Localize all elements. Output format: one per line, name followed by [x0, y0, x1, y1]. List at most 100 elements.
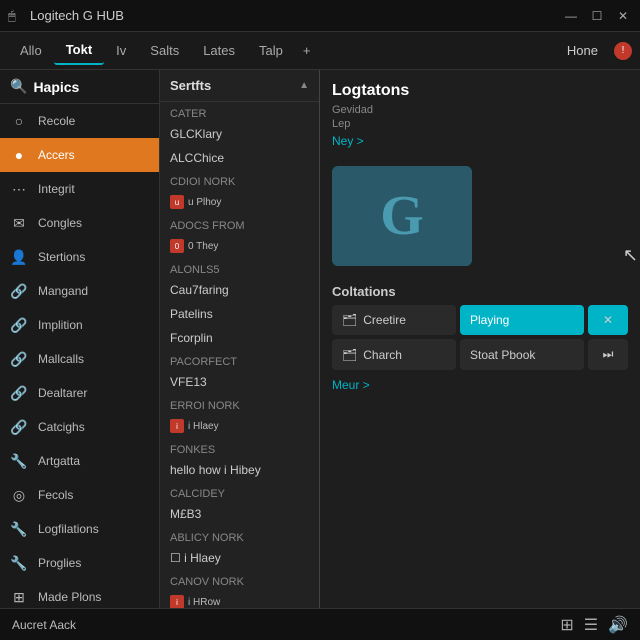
title-bar-left: 🖱 Logitech G HUB [8, 8, 124, 24]
tab-lates[interactable]: Lates [191, 37, 247, 64]
tab-iv[interactable]: Iv [104, 37, 138, 64]
skip-icon: ⏭ [603, 347, 614, 362]
dropdown-section-ablicy: ABLICY NORK [160, 526, 319, 546]
x-icon: ✕ [603, 313, 613, 327]
mallcalls-icon: 🔗 [10, 350, 28, 368]
sidebar-item-fecols[interactable]: ◎ Fecols [0, 478, 159, 512]
sidebar-item-label: Mangand [38, 284, 88, 298]
tab-salts[interactable]: Salts [138, 37, 191, 64]
list-item[interactable]: u u Plhoy [160, 190, 319, 214]
dealtarer-icon: 🔗 [10, 384, 28, 402]
list-item[interactable]: i i HRow [160, 590, 319, 608]
sidebar-item-logfilations[interactable]: 🔧 Logfilations [0, 512, 159, 546]
more-link[interactable]: Ney > [332, 134, 628, 148]
playing-button[interactable]: Playing [460, 305, 584, 335]
main-layout: 🔍 ✕ ○ Recole ● Accers ⋯ Integrit ✉ Congl… [0, 70, 640, 608]
list-item[interactable]: GLCKlary [160, 122, 319, 146]
more-actions-link[interactable]: Meur > [332, 378, 628, 392]
grid-view-icon[interactable]: ⊞ [560, 615, 573, 635]
sidebar-item-dealtarer[interactable]: 🔗 Dealtarer [0, 376, 159, 410]
list-item[interactable]: Cau7faring [160, 278, 319, 302]
sidebar-item-integrit[interactable]: ⋯ Integrit [0, 172, 159, 206]
dropdown-panel: Sertfts ▲ Cater GLCKlary ALCChice CDIOI … [160, 70, 320, 608]
proglies-icon: 🔧 [10, 554, 28, 572]
dropdown-section-erroi: ERROI NORK [160, 394, 319, 414]
tab-allo[interactable]: Allo [8, 37, 54, 64]
list-view-icon[interactable]: ☰ [584, 615, 598, 635]
list-item[interactable]: ALCChice [160, 146, 319, 170]
folder-icon: 🗂 [342, 313, 357, 327]
dropdown-header: Sertfts ▲ [160, 70, 319, 102]
congles-icon: ✉ [10, 214, 28, 232]
dropdown-title: Sertfts [170, 78, 211, 93]
dropdown-section-calcidey: Calcidey [160, 482, 319, 502]
dropdown-section-fonkes: FONKES [160, 438, 319, 458]
sidebar-item-label: Stertions [38, 250, 85, 264]
list-item[interactable]: hello how i Hibey [160, 458, 319, 482]
right-panel-title: Logtatons [332, 82, 628, 100]
list-item[interactable]: Fcorplin [160, 326, 319, 350]
sidebar-item-congles[interactable]: ✉ Congles [0, 206, 159, 240]
logo-area: G [332, 166, 472, 266]
list-item[interactable]: Patelins [160, 302, 319, 326]
home-tab[interactable]: Hone [555, 37, 610, 64]
sidebar-item-label: Congles [38, 216, 82, 230]
right-panel: Logtatons Gevidad Lep Ney > G ↖ Coltatio… [320, 70, 640, 608]
sidebar-item-proglies[interactable]: 🔧 Proglies [0, 546, 159, 580]
sidebar-item-label: Artgatta [38, 454, 80, 468]
search-input[interactable] [33, 79, 160, 95]
list-item[interactable]: ☐ i Hlaey [160, 546, 319, 570]
app-icon: 🖱 [8, 8, 24, 24]
dropdown-section-cdioi: CDIOI NORK [160, 170, 319, 190]
list-item[interactable]: M£B3 [160, 502, 319, 526]
stoat-pbook-button[interactable]: Stoat Pbook [460, 339, 584, 370]
close-button[interactable]: ✕ [614, 7, 632, 25]
sidebar-item-mangand[interactable]: 🔗 Mangand [0, 274, 159, 308]
badge-red-icon: i [170, 595, 184, 608]
dropdown-section-cater: Cater [160, 102, 319, 122]
minimize-button[interactable]: — [562, 7, 580, 25]
badge-red-icon: 0 [170, 239, 184, 253]
tab-tokt[interactable]: Tokt [54, 36, 104, 65]
sidebar-item-label: Mallcalls [38, 352, 84, 366]
sidebar-item-accers[interactable]: ● Accers [0, 138, 159, 172]
sidebar-item-catcighs[interactable]: 🔗 Catcighs [0, 410, 159, 444]
sidebar-item-recole[interactable]: ○ Recole [0, 104, 159, 138]
sidebar-item-implition[interactable]: 🔗 Implition [0, 308, 159, 342]
tab-talp[interactable]: Talp [247, 37, 295, 64]
volume-icon[interactable]: 🔊 [608, 615, 628, 635]
charch-button[interactable]: 🗂 Charch [332, 339, 456, 370]
sidebar-item-label: Fecols [38, 488, 73, 502]
next-track-button[interactable]: ⏭ [588, 339, 628, 370]
cursor-icon: ↖ [623, 245, 638, 266]
sidebar-item-mallcalls[interactable]: 🔗 Mallcalls [0, 342, 159, 376]
list-item[interactable]: VFE13 [160, 370, 319, 394]
catcighs-icon: 🔗 [10, 418, 28, 436]
artgatta-icon: 🔧 [10, 452, 28, 470]
made-plons-icon: ⊞ [10, 588, 28, 606]
close-action-button[interactable]: ✕ [588, 305, 628, 335]
sidebar-item-artgatta[interactable]: 🔧 Artgatta [0, 444, 159, 478]
maximize-button[interactable]: ☐ [588, 7, 606, 25]
add-tab-button[interactable]: + [295, 39, 319, 62]
sidebar: 🔍 ✕ ○ Recole ● Accers ⋯ Integrit ✉ Congl… [0, 70, 160, 608]
bottom-icons: ⊞ ☰ 🔊 [560, 615, 628, 635]
creetire-button[interactable]: 🗂 Creetire [332, 305, 456, 335]
integrit-icon: ⋯ [10, 180, 28, 198]
dropdown-section-pacorfect: Pacorfect [160, 350, 319, 370]
folder2-icon: 🗂 [342, 348, 357, 362]
subtitle-sub: Lep [332, 118, 628, 130]
implition-icon: 🔗 [10, 316, 28, 334]
alert-badge: ! [614, 42, 632, 60]
title-bar: 🖱 Logitech G HUB — ☐ ✕ [0, 0, 640, 32]
sidebar-item-stertions[interactable]: 👤 Stertions [0, 240, 159, 274]
sidebar-item-label: Catcighs [38, 420, 85, 434]
list-item[interactable]: 0 0 They [160, 234, 319, 258]
sidebar-item-label: Dealtarer [38, 386, 87, 400]
logo-letter: G [380, 184, 424, 248]
sidebar-item-label: Made Plons [38, 590, 101, 604]
list-item[interactable]: i i Hlaey [160, 414, 319, 438]
sidebar-item-made-plons[interactable]: ⊞ Made Plons [0, 580, 159, 608]
logo-area-wrapper: G ↖ [332, 158, 628, 274]
bottom-bar: Aucret Aack ⊞ ☰ 🔊 [0, 608, 640, 640]
